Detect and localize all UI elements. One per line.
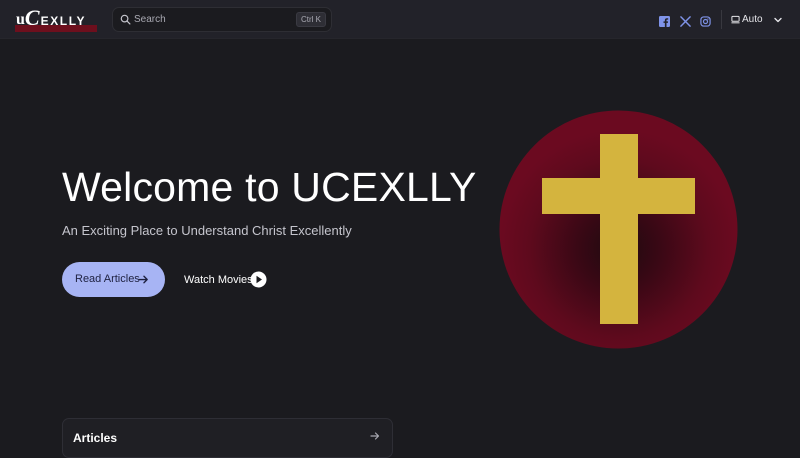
logo-c: C xyxy=(24,5,40,30)
monitor-icon xyxy=(731,15,740,24)
hero-subtitle: An Exciting Place to Understand Christ E… xyxy=(62,223,352,238)
theme-label: Auto xyxy=(742,14,763,25)
play-icon xyxy=(250,271,267,288)
cross-icon xyxy=(499,110,738,349)
articles-card[interactable]: Articles xyxy=(62,418,393,458)
facebook-icon[interactable] xyxy=(659,14,670,27)
hero-title: Welcome to UCEXLLY xyxy=(62,164,477,210)
x-icon[interactable] xyxy=(680,14,691,27)
navbar-divider xyxy=(721,10,722,29)
search-button[interactable]: Search Ctrl K xyxy=(112,7,332,32)
articles-card-title: Articles xyxy=(73,431,118,445)
logo-u: u xyxy=(16,11,25,28)
chevron-down-icon[interactable] xyxy=(773,15,783,25)
search-shortcut-badge: Ctrl K xyxy=(296,12,326,27)
read-articles-label: Read Articles xyxy=(75,273,140,285)
arrow-right-icon xyxy=(138,275,148,284)
watch-movies-button[interactable]: Watch Movies xyxy=(184,269,270,290)
instagram-icon[interactable] xyxy=(700,14,711,27)
top-navbar: u C EXLLY Search Ctrl K Auto xyxy=(0,0,800,39)
search-label: Search xyxy=(134,14,166,25)
read-articles-button[interactable]: Read Articles xyxy=(62,262,165,297)
logo-rest: EXLLY xyxy=(40,14,87,28)
arrow-right-icon xyxy=(370,432,380,440)
search-icon xyxy=(120,14,131,25)
logo-text: u C EXLLY xyxy=(16,5,87,30)
site-logo[interactable]: u C EXLLY xyxy=(14,6,98,33)
watch-movies-label: Watch Movies xyxy=(184,274,253,286)
theme-selector[interactable]: Auto xyxy=(729,11,763,29)
